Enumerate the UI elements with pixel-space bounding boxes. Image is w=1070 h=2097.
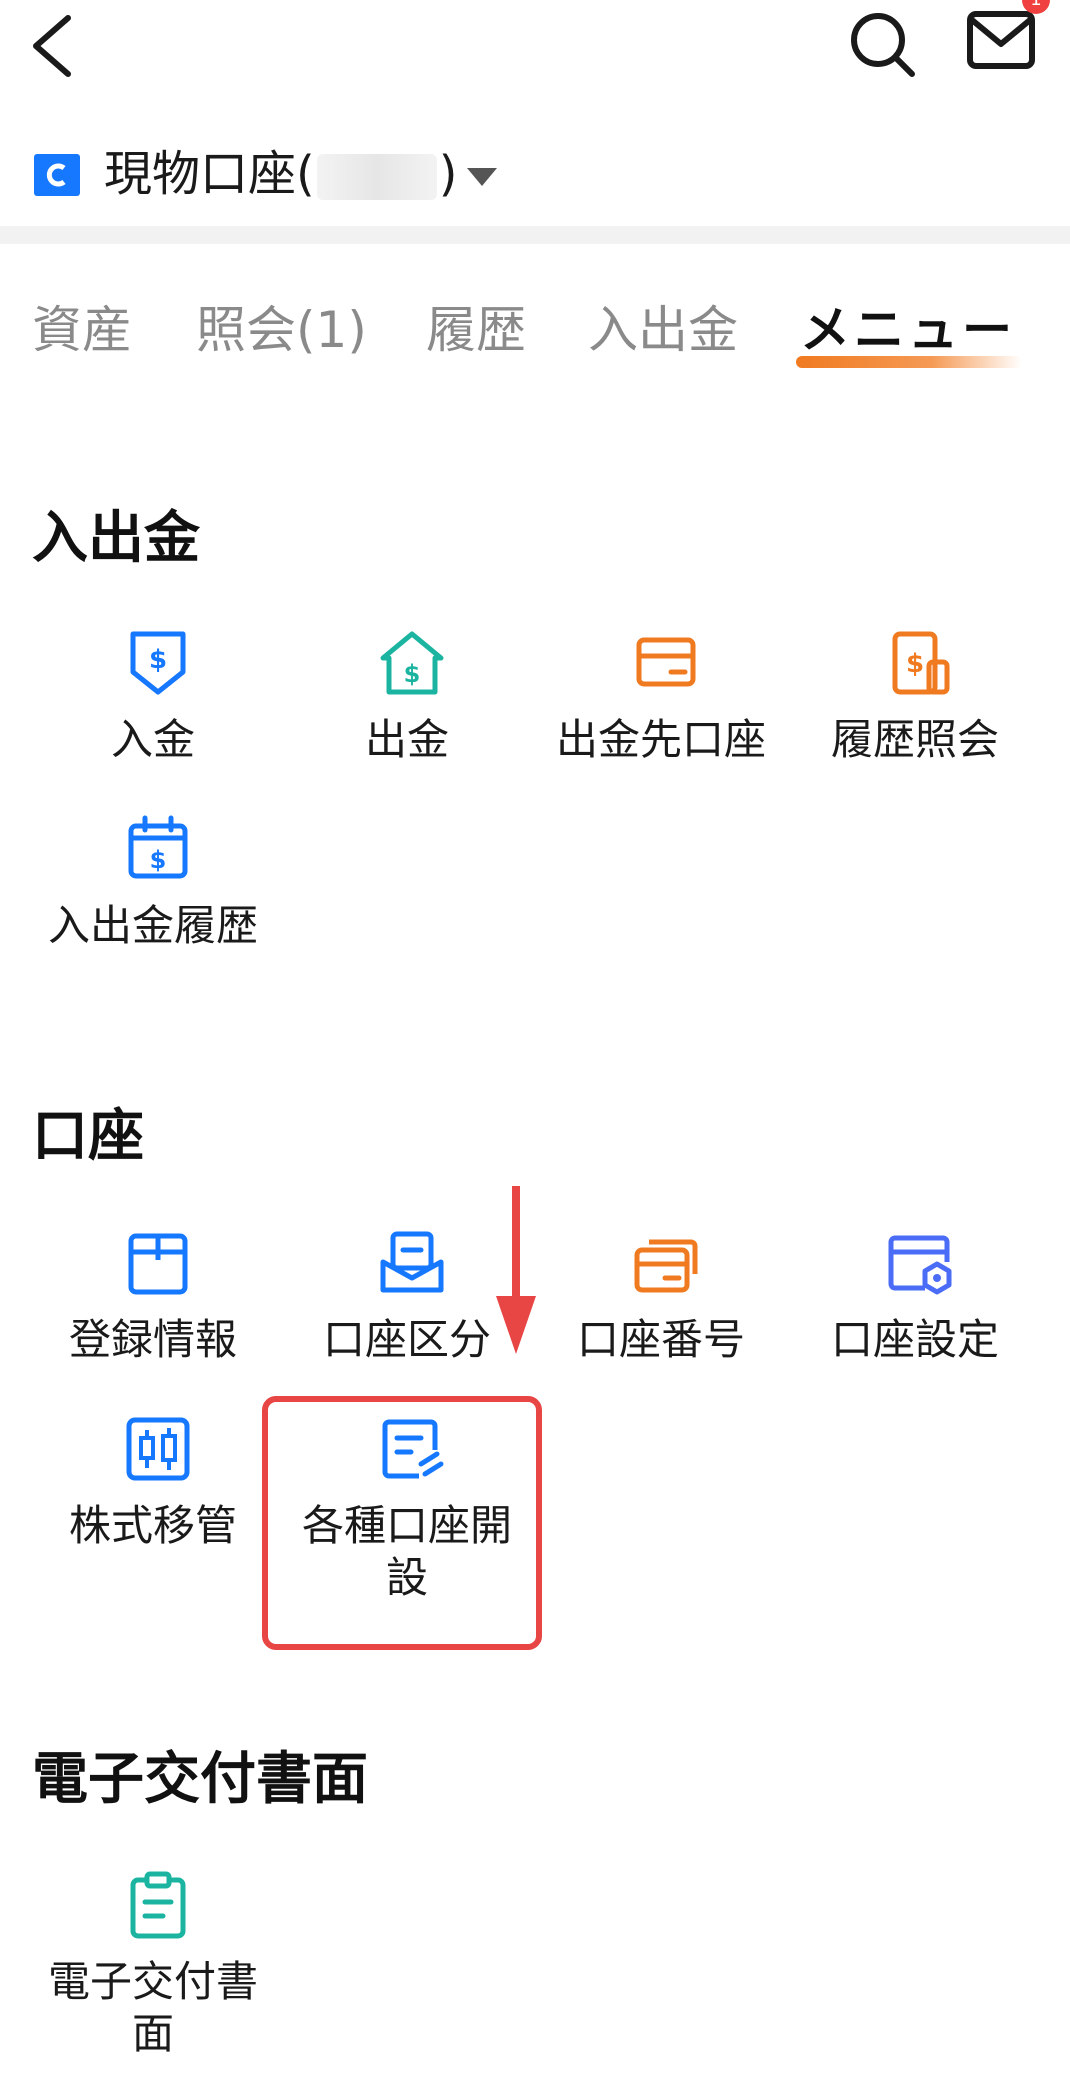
history-document-icon: $	[892, 631, 950, 695]
menu-item-withdraw[interactable]: $ 出金	[282, 628, 532, 798]
bank-card-icon	[636, 637, 696, 687]
account-name-prefix: 現物口座(	[104, 146, 315, 202]
menu-item-withdraw-account[interactable]: 出金先口座	[536, 628, 786, 798]
menu-item-stock-transfer[interactable]: 株式移管	[28, 1414, 278, 1584]
tab-deposit-withdrawal[interactable]: 入出金	[588, 298, 738, 362]
search-button[interactable]	[844, 6, 920, 82]
tab-assets[interactable]: 資産	[32, 298, 132, 362]
menu-item-deposit[interactable]: $ 入金	[28, 628, 278, 798]
divider-band	[0, 226, 1070, 244]
withdraw-icon: $	[380, 631, 444, 695]
tab-inquiry[interactable]: 照会(1)	[196, 298, 367, 362]
svg-text:$: $	[150, 846, 167, 874]
mail-button[interactable]: 1	[964, 0, 1050, 82]
top-bar: 1	[0, 0, 1070, 120]
section-title-account: 口座	[32, 1104, 144, 1169]
back-button[interactable]	[22, 6, 86, 82]
account-name-suffix: )	[438, 146, 458, 202]
menu-item-label: 登録情報	[68, 1315, 237, 1364]
registration-icon	[128, 1233, 188, 1295]
menu-item-account-number[interactable]: 口座番号	[536, 1228, 786, 1398]
clipboard-icon	[130, 1871, 186, 1939]
menu-item-label: 口座番号	[576, 1315, 745, 1364]
menu-item-label: 出金先口座	[555, 715, 766, 764]
menu-item-label: 出金	[364, 715, 449, 764]
chevron-left-icon	[33, 15, 71, 77]
account-name: 現物口座()	[104, 144, 457, 204]
tab-history[interactable]: 履歴	[426, 298, 526, 362]
svg-text:$: $	[906, 649, 924, 679]
menu-item-electronic-documents[interactable]: 電子交付書面	[28, 1870, 278, 2058]
menu-item-deposit-history[interactable]: $ 入出金履歴	[28, 814, 278, 984]
account-settings-icon	[888, 1235, 952, 1295]
tab-menu[interactable]: メニュー	[800, 298, 1016, 362]
menu-item-label: 口座設定	[830, 1315, 999, 1364]
menu-item-label: 入金	[110, 715, 195, 764]
search-icon	[851, 13, 915, 77]
annotation-highlight-box	[262, 1396, 542, 1650]
menu-item-registration[interactable]: 登録情報	[28, 1228, 278, 1398]
caret-down-icon	[467, 168, 497, 186]
menu-item-label: 履歴照会	[830, 715, 999, 764]
account-type-icon	[380, 1231, 444, 1293]
tab-bar: 資産 照会(1) 履歴 入出金 メニュー	[0, 298, 1070, 388]
calendar-dollar-icon: $	[128, 815, 188, 879]
svg-text:$: $	[149, 645, 167, 675]
account-selector[interactable]: 現物口座()	[0, 138, 1070, 210]
deposit-icon: $	[130, 631, 186, 695]
account-number-icon	[634, 1239, 698, 1293]
account-number-mask	[316, 154, 437, 200]
menu-item-label: 入出金履歴	[47, 901, 258, 950]
annotation-arrow	[488, 1186, 544, 1356]
menu-item-label: 電子交付書面	[47, 1957, 258, 2058]
account-logo-icon	[34, 154, 80, 196]
svg-text:$: $	[404, 660, 421, 688]
section-title-edocs: 電子交付書面	[32, 1747, 368, 1812]
menu-item-label: 株式移管	[68, 1501, 237, 1550]
menu-item-account-settings[interactable]: 口座設定	[790, 1228, 1040, 1398]
stock-transfer-icon	[126, 1417, 190, 1481]
section-title-deposit: 入出金	[32, 506, 200, 571]
menu-item-history-inquiry[interactable]: $ 履歴照会	[790, 628, 1040, 798]
